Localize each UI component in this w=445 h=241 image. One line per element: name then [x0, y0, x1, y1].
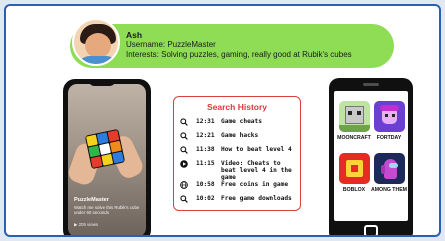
phone-speaker [363, 83, 379, 86]
video-username[interactable]: PuzzleMaster [74, 197, 109, 203]
history-time: 12:21 [196, 132, 215, 139]
video-views: ▶ 205 views [74, 222, 99, 227]
home-screen: MOONCRAFT FORTDAY BOBLOX AMONG THEM [334, 91, 408, 221]
phone-notch [89, 79, 115, 86]
history-time: 11:38 [196, 146, 215, 153]
profile-username: Username: PuzzleMaster [126, 40, 216, 49]
video-phone: PuzzleMaster Watch me solve this Rubik's… [63, 79, 151, 235]
history-time: 10:58 [196, 181, 215, 188]
scene-frame: Ash Username: PuzzleMaster Interests: So… [4, 4, 441, 237]
video-screen[interactable]: PuzzleMaster Watch me solve this Rubik's… [68, 84, 146, 235]
among-them-app-icon[interactable] [374, 153, 405, 184]
history-item[interactable]: 12:21 Game hacks [180, 131, 298, 143]
history-item[interactable]: 11:15 Video: Cheats to beat level 4 in t… [180, 159, 298, 181]
profile-info: Ash Username: PuzzleMaster Interests: So… [126, 30, 352, 60]
history-query: Free coins in game [221, 181, 289, 188]
globe-icon [180, 181, 188, 189]
history-query: Game hacks [221, 132, 259, 139]
play-icon [180, 160, 188, 168]
boblox-app-icon[interactable] [339, 153, 370, 184]
rubiks-cube-image [84, 128, 126, 170]
history-query: Video: Cheats to beat level 4 in the gam… [221, 160, 292, 181]
search-history-panel: Search History 12:31 Game cheats 12:21 G… [173, 96, 301, 211]
search-icon [180, 195, 188, 203]
history-time: 12:31 [196, 118, 215, 125]
app-label: FORTDAY [376, 135, 402, 141]
search-icon [180, 146, 188, 154]
search-history-title: Search History [207, 102, 267, 112]
history-query: Free game downloads [221, 195, 292, 202]
mooncraft-app-icon[interactable] [339, 101, 370, 132]
history-time: 11:15 [196, 160, 215, 167]
history-item[interactable]: 10:58 Free coins in game [180, 180, 298, 192]
apps-phone: MOONCRAFT FORTDAY BOBLOX AMONG THEM [329, 78, 413, 235]
history-item[interactable]: 12:31 Game cheats [180, 117, 298, 129]
search-icon [180, 118, 188, 126]
history-query: Game cheats [221, 118, 262, 125]
app-label: AMONG THEM [370, 187, 408, 193]
profile-interests: Interests: Solving puzzles, gaming, real… [126, 50, 352, 59]
profile-name: Ash [126, 30, 143, 40]
history-item[interactable]: 11:38 How to beat level 4 [180, 145, 298, 157]
home-button[interactable] [364, 225, 378, 235]
history-query: How to beat level 4 [221, 146, 292, 153]
video-caption: Watch me solve this Rubik's cube under 6… [74, 205, 140, 216]
app-label: BOBLOX [342, 187, 366, 193]
app-label: MOONCRAFT [337, 135, 371, 141]
profile-avatar [72, 18, 120, 66]
search-icon [180, 132, 188, 140]
history-time: 10:02 [196, 195, 215, 202]
fortday-app-icon[interactable] [374, 101, 405, 132]
history-item[interactable]: 10:02 Free game downloads [180, 194, 298, 206]
